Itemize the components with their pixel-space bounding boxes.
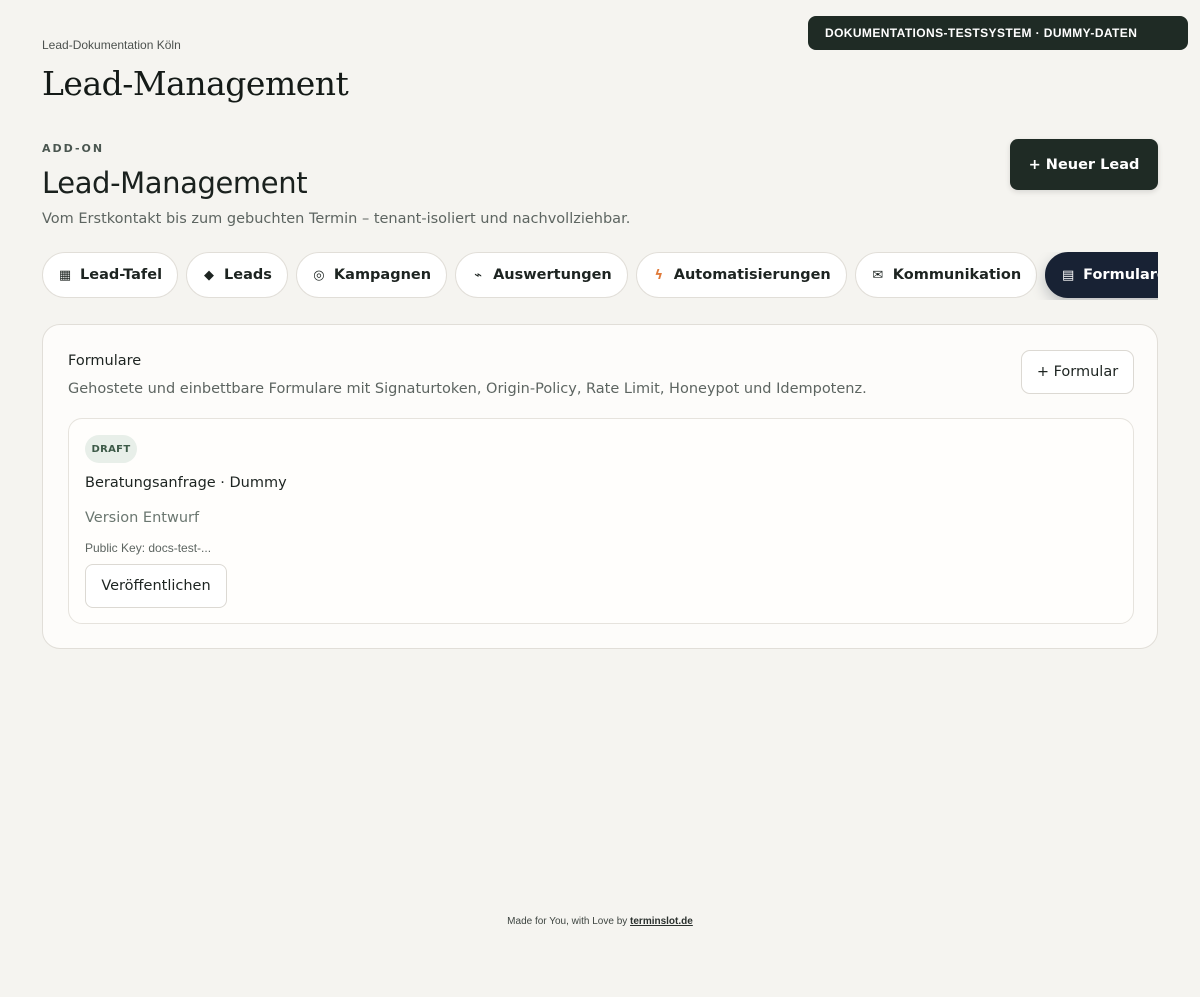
tab-lead-tafel[interactable]: ▦ Lead-Tafel xyxy=(42,252,179,298)
form-icon: ▤ xyxy=(1062,267,1075,283)
footer: Made for You, with Love by terminslot.de xyxy=(0,916,1200,927)
chart-line-icon: ⌁ xyxy=(474,267,482,283)
footer-text: Made for You, with Love by xyxy=(507,916,628,927)
forms-panel-title: Formulare xyxy=(68,353,142,369)
tab-label: Auswertungen xyxy=(493,267,612,283)
form-public-key: Public Key: docs-test-... xyxy=(85,541,212,555)
section-subtitle: Vom Erstkontakt bis zum gebuchten Termin… xyxy=(42,211,631,227)
section-title: Lead-Management xyxy=(42,166,308,200)
form-name: Beratungsanfrage · Dummy xyxy=(85,475,287,491)
new-lead-button[interactable]: + Neuer Lead xyxy=(1010,139,1158,190)
add-form-button[interactable]: + Formular xyxy=(1021,350,1134,394)
bolt-icon: ϟ xyxy=(654,267,664,283)
addon-eyebrow: ADD-ON xyxy=(42,142,105,155)
tab-label: Lead-Tafel xyxy=(80,267,163,283)
tab-label: Automatisierungen xyxy=(673,267,831,283)
breadcrumb: Lead-Dokumentation Köln xyxy=(42,38,181,52)
footer-link[interactable]: terminslot.de xyxy=(630,916,693,927)
tab-kampagnen[interactable]: ◎ Kampagnen xyxy=(295,252,448,298)
form-card: DRAFT Beratungsanfrage · Dummy Version E… xyxy=(68,418,1134,624)
tab-formulare[interactable]: ▤ Formulare xyxy=(1045,252,1158,298)
diamond-icon: ◆ xyxy=(204,267,215,283)
tab-label: Kampagnen xyxy=(333,267,432,283)
mail-icon: ✉ xyxy=(872,267,884,283)
tab-label: Leads xyxy=(224,267,272,283)
page-title: Lead-Management xyxy=(42,64,349,103)
tab-automatisierungen[interactable]: ϟ Automatisierungen xyxy=(635,252,847,298)
forms-panel-description: Gehostete und einbettbare Formulare mit … xyxy=(68,381,867,397)
publish-button[interactable]: Veröffentlichen xyxy=(85,564,227,608)
tab-leads[interactable]: ◆ Leads xyxy=(186,252,288,298)
status-badge: DRAFT xyxy=(85,435,137,463)
tab-label: Kommunikation xyxy=(892,267,1022,283)
grid-icon: ▦ xyxy=(58,267,72,283)
tab-bar: ▦ Lead-Tafel ◆ Leads ◎ Kampagnen ⌁ Auswertungen… xyxy=(42,252,1158,300)
tab-label: Formulare xyxy=(1083,267,1158,283)
target-icon: ◎ xyxy=(313,267,325,283)
forms-panel: Formulare Gehostete und einbettbare Form… xyxy=(42,324,1158,649)
tab-auswertungen[interactable]: ⌁ Auswertungen xyxy=(455,252,628,298)
form-version: Version Entwurf xyxy=(85,510,200,526)
environment-badge: DOKUMENTATIONS-TESTSYSTEM · DUMMY-DATEN xyxy=(808,16,1188,50)
tab-kommunikation[interactable]: ✉ Kommunikation xyxy=(854,252,1038,298)
